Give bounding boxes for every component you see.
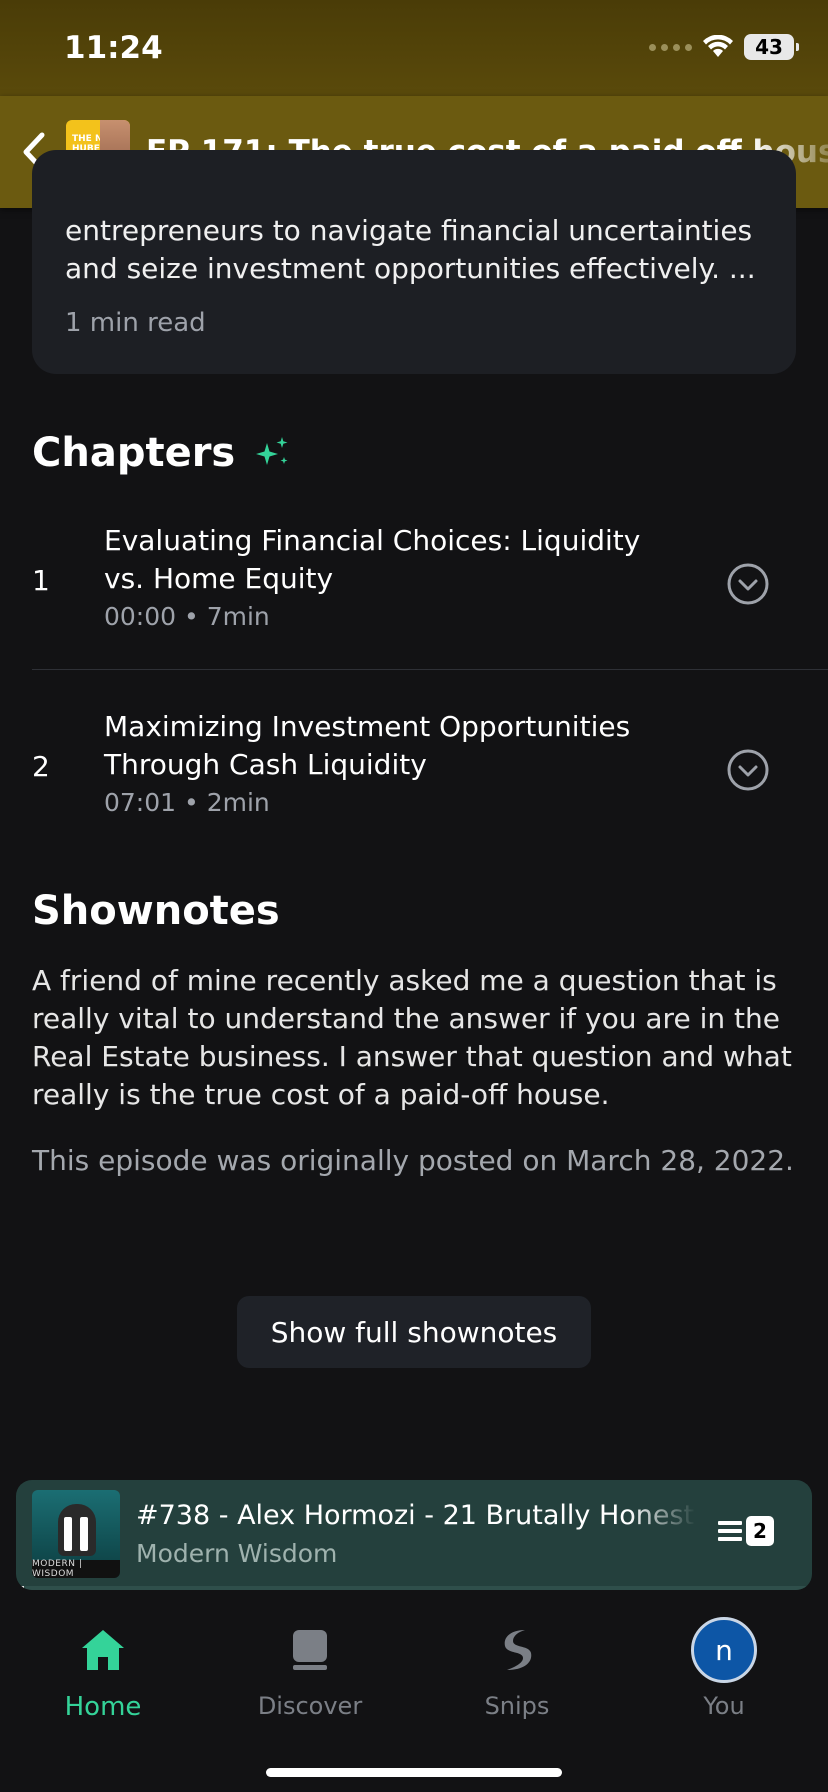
status-bar: 11:24 43 [0,0,828,96]
tab-home[interactable]: Home [13,1616,193,1722]
chapter-number: 1 [32,564,50,597]
tab-label: Home [64,1692,142,1722]
mini-player[interactable]: MODERN | WISDOM #738 - Alex Hormozi - 21… [16,1480,812,1590]
tab-discover[interactable]: Discover [220,1616,400,1720]
shownotes-body: A friend of mine recently asked me a que… [32,964,792,1111]
now-playing-podcast: Modern Wisdom [136,1539,338,1568]
pause-icon[interactable] [32,1490,120,1578]
chapter-item[interactable]: 2 Maximizing Investment Opportunities Th… [32,708,828,828]
avatar: n [691,1617,757,1683]
discover-icon [276,1616,344,1684]
playback-progress-fill [16,1586,24,1590]
status-indicators: 43 [649,34,799,60]
queue-count-badge: 2 [746,1516,774,1546]
chapter-duration: 7min [206,602,270,631]
tab-label: You [703,1692,745,1720]
chevron-down-icon[interactable] [726,748,770,792]
chapter-meta: 00:00 • 7min [104,602,270,631]
status-time: 11:24 [64,30,163,66]
chapter-start-time: 07:01 [104,788,177,817]
chapter-divider [32,669,828,670]
show-full-shownotes-button[interactable]: Show full shownotes [237,1296,591,1368]
now-playing-title: #738 - Alex Hormozi - 21 Brutally Honest… [136,1500,696,1531]
chapter-number: 2 [32,750,50,783]
wifi-icon [703,35,733,57]
summary-text: entrepreneurs to navigate financial unce… [65,214,756,285]
chapters-title: Chapters [32,430,236,476]
chapter-item[interactable]: 1 Evaluating Financial Choices: Liquidit… [32,522,828,642]
read-time: 1 min read [65,308,206,338]
queue-button[interactable]: 2 [718,1516,774,1546]
tab-you[interactable]: n You [634,1616,814,1720]
home-indicator[interactable] [266,1768,562,1777]
chapter-title: Maximizing Investment Opportunities Thro… [104,710,631,781]
chapters-section-header: Chapters [32,430,291,476]
meta-separator: • [184,602,199,631]
tab-snips[interactable]: Snips [427,1616,607,1720]
chapter-meta: 07:01 • 2min [104,788,270,817]
chapter-duration: 2min [206,788,270,817]
shownotes-posted-date: This episode was originally posted on Ma… [32,1144,794,1177]
tab-bar: Home Discover Snips n You [0,1592,828,1792]
episode-summary-card[interactable]: entrepreneurs to navigate financial unce… [32,150,796,374]
tab-label: Discover [257,1692,363,1720]
tab-label: Snips [484,1692,550,1720]
playback-progress [16,1586,812,1590]
chapter-start-time: 00:00 [104,602,177,631]
shownotes-title: Shownotes [32,888,280,934]
meta-separator: • [184,788,199,817]
home-icon [69,1616,137,1684]
battery-indicator: 43 [744,34,799,60]
cellular-signal-icon [649,43,692,51]
sparkle-icon [256,437,288,465]
mini-player-artwork[interactable]: MODERN | WISDOM [32,1490,120,1578]
snips-icon [483,1616,551,1684]
chapter-title: Evaluating Financial Choices: Liquidity … [104,524,641,595]
chevron-down-icon[interactable] [726,562,770,606]
queue-icon [718,1521,742,1541]
